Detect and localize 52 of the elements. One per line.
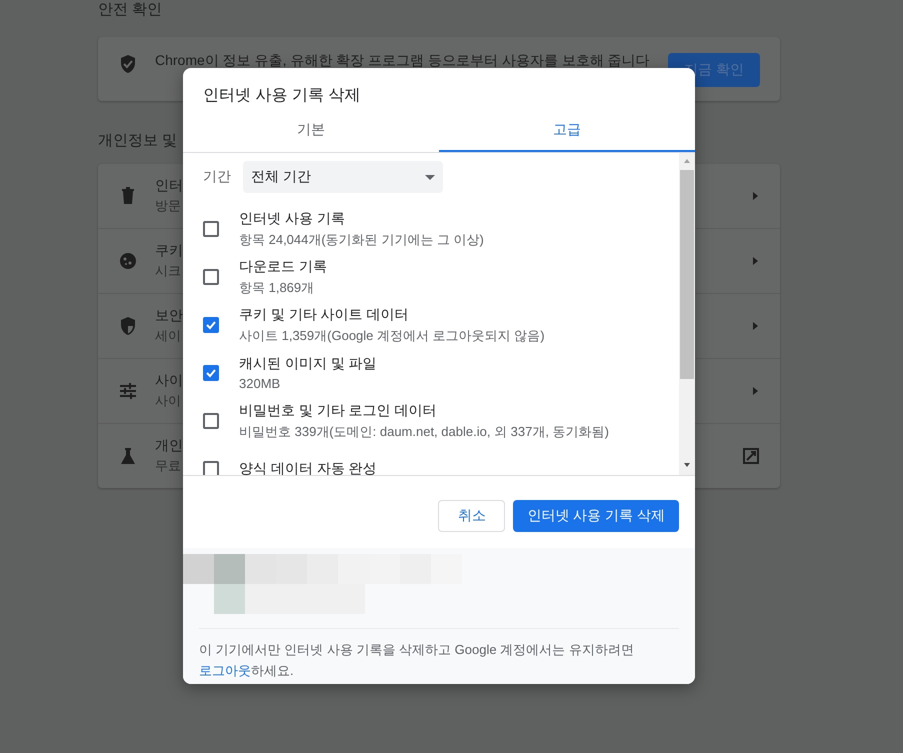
- card-text: Chrome이 정보 유출, 유해한 확장 프로그램 등으로부터 사용자를 보호해 줍니다: [155, 52, 650, 70]
- checkbox[interactable]: [203, 269, 219, 285]
- row-subtitle: 시크: [155, 262, 181, 280]
- external-link-icon: [742, 447, 760, 465]
- row-title: 인터: [155, 177, 183, 195]
- checkbox[interactable]: [203, 461, 219, 475]
- section-heading: 안전 확인: [98, 0, 162, 20]
- cookie-icon: [118, 251, 138, 271]
- row-title: 사이: [155, 372, 183, 390]
- dialog-title: 인터넷 사용 기록 삭제: [202, 86, 362, 106]
- caret-icon: [425, 174, 435, 180]
- row-title: 보안: [155, 307, 183, 325]
- delete-button[interactable]: 인터넷 사용 기록 삭제: [513, 500, 679, 532]
- checkmark-icon: [205, 319, 217, 331]
- tab[interactable]: 고급: [439, 110, 695, 152]
- section-heading: 개인정보 및: [98, 131, 178, 151]
- option-detail: 항목 24,044개(동기화된 기기에는 그 이상): [239, 230, 484, 248]
- row-subtitle: 무료: [155, 457, 181, 475]
- option-detail: 비밀번호 339개(도메인: daum.net, dable.io, 외 337개, 동기화됨): [239, 422, 609, 440]
- flask-icon: [118, 446, 138, 466]
- option-title: 다운로드 기록: [239, 258, 327, 276]
- cancel-button[interactable]: 취소: [438, 500, 506, 532]
- row-title: 쿠키: [155, 242, 183, 260]
- option-title: 양식 데이터 자동 완성: [239, 460, 377, 475]
- sliders-icon: [118, 381, 138, 401]
- option-title: 캐시된 이미지 및 파일: [239, 355, 377, 373]
- row-subtitle: 방문: [155, 197, 181, 215]
- option-detail: 320MB: [239, 376, 280, 391]
- checkbox[interactable]: [203, 221, 219, 237]
- row-subtitle: 세이: [155, 327, 181, 345]
- arrow-icon: [750, 385, 760, 397]
- checkbox[interactable]: [203, 413, 219, 429]
- field-label: 기간: [203, 168, 231, 186]
- arrow-icon: [750, 255, 760, 267]
- tab[interactable]: 기본: [183, 110, 439, 152]
- checkmark-icon: [205, 367, 217, 379]
- row-title: 개인: [155, 437, 183, 455]
- option-title: 인터넷 사용 기록: [239, 210, 345, 228]
- sign-out-link[interactable]: 로그아웃: [199, 663, 251, 678]
- arrow-icon: [750, 320, 760, 332]
- arrow-icon: [750, 190, 760, 202]
- footer-text: 이 기기에서만 인터넷 사용 기록을 삭제하고 Google 계정에서는 유지하려면 로그아웃하세요.: [199, 641, 635, 680]
- option-detail: 항목 1,869개: [239, 278, 314, 296]
- row-subtitle: 사이: [155, 392, 181, 410]
- checkbox[interactable]: [203, 317, 219, 333]
- option-title: 쿠키 및 기타 사이트 데이터: [239, 306, 409, 324]
- checkbox[interactable]: [203, 365, 219, 381]
- period-dropdown[interactable]: 전체 기간: [243, 161, 443, 193]
- option-title: 비밀번호 및 기타 로그인 데이터: [239, 402, 437, 420]
- option-detail: 사이트 1,359개(Google 계정에서 로그아웃되지 않음): [239, 326, 545, 344]
- shield-icon: [118, 316, 138, 336]
- shield-icon: [118, 54, 138, 74]
